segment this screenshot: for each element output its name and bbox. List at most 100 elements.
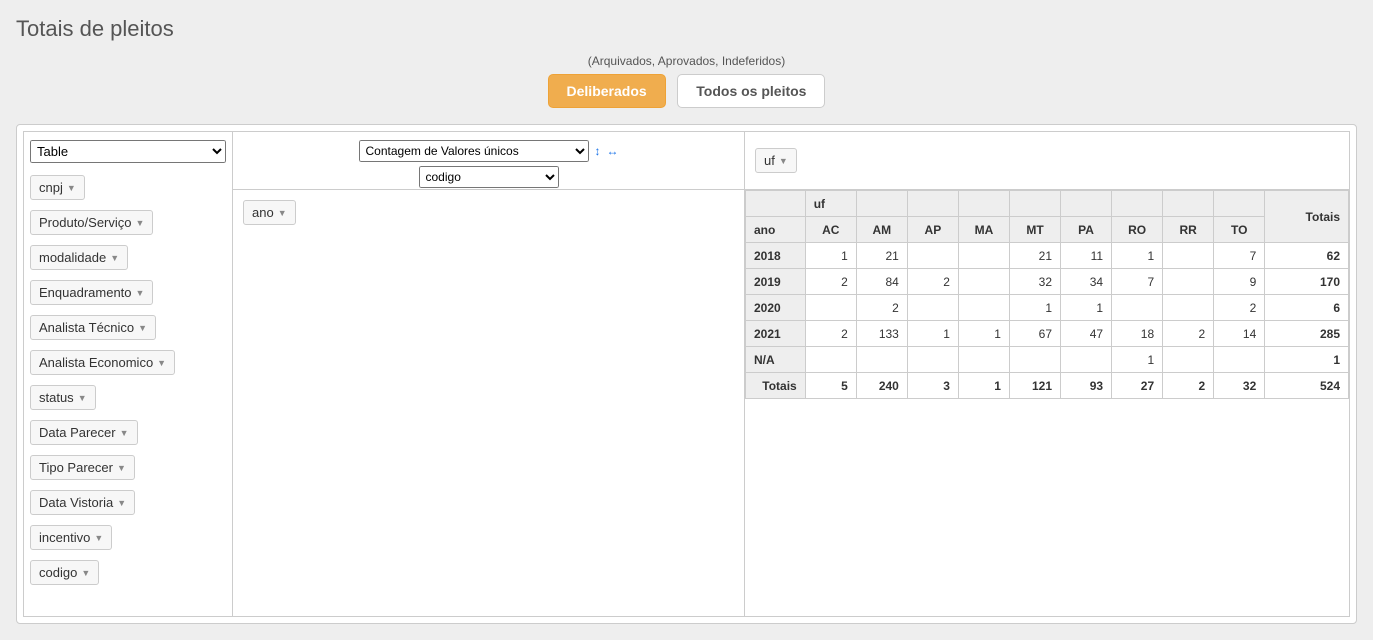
field-label: Data Parecer bbox=[39, 425, 116, 440]
pivot-cell: 1 bbox=[907, 321, 958, 347]
deliberados-button[interactable]: Deliberados bbox=[548, 74, 666, 108]
pivot-left-column: Table cnpj▼Produto/Serviço▼modalidade▼En… bbox=[23, 131, 233, 617]
col-total-cell: 93 bbox=[1061, 373, 1112, 399]
pivot-cell: 14 bbox=[1214, 321, 1265, 347]
field-label: Analista Economico bbox=[39, 355, 153, 370]
field-data-parecer[interactable]: Data Parecer ▼ bbox=[30, 420, 138, 445]
pivot-cell: 2 bbox=[856, 295, 907, 321]
pivot-cell: 11 bbox=[1061, 243, 1112, 269]
pivot-cell: 2 bbox=[805, 321, 856, 347]
field-filter-icon[interactable]: ▼ bbox=[157, 358, 166, 368]
col-axis-label: uf bbox=[805, 191, 856, 217]
pivot-middle-column: Contagem de Valores únicos ↕ ↔ codigo an… bbox=[233, 131, 745, 617]
field-produto-servi-o[interactable]: Produto/Serviço ▼ bbox=[30, 210, 153, 235]
col-total-cell: 240 bbox=[856, 373, 907, 399]
pivot-cell bbox=[907, 243, 958, 269]
field-label: status bbox=[39, 390, 74, 405]
field-ano[interactable]: ano▼ bbox=[243, 200, 296, 225]
row-total: 285 bbox=[1265, 321, 1349, 347]
sort-cols-icon[interactable]: ↔ bbox=[607, 144, 619, 158]
subtitle: (Arquivados, Aprovados, Indeferidos) bbox=[16, 54, 1357, 68]
row-totals-header: Totais bbox=[1265, 191, 1349, 243]
row-header-N/A: N/A bbox=[746, 347, 806, 373]
pivot-cell: 18 bbox=[1112, 321, 1163, 347]
pivot-cell bbox=[1214, 347, 1265, 373]
filter-toggle-group: Deliberados Todos os pleitos bbox=[16, 74, 1357, 108]
field-codigo[interactable]: codigo▼ bbox=[30, 560, 99, 585]
sort-rows-icon[interactable]: ↕ bbox=[595, 144, 601, 158]
row-total: 1 bbox=[1265, 347, 1349, 373]
pivot-panel: Table cnpj▼Produto/Serviço▼modalidade▼En… bbox=[16, 124, 1357, 624]
pivot-cell bbox=[805, 347, 856, 373]
col-fields-zone[interactable]: uf▼ bbox=[745, 132, 1349, 190]
field-filter-icon[interactable]: ▼ bbox=[120, 428, 129, 438]
pivot-cell bbox=[1112, 295, 1163, 321]
pivot-cell: 9 bbox=[1214, 269, 1265, 295]
pivot-cell: 133 bbox=[856, 321, 907, 347]
field-filter-icon[interactable]: ▼ bbox=[81, 568, 90, 578]
pivot-cell: 21 bbox=[856, 243, 907, 269]
field-modalidade[interactable]: modalidade▼ bbox=[30, 245, 128, 270]
unused-fields-zone[interactable]: cnpj▼Produto/Serviço▼modalidade▼Enquadra… bbox=[30, 175, 226, 585]
pivot-cell: 47 bbox=[1061, 321, 1112, 347]
field-label: Analista Técnico bbox=[39, 320, 134, 335]
field-tipo-parecer[interactable]: Tipo Parecer ▼ bbox=[30, 455, 135, 480]
page-title: Totais de pleitos bbox=[16, 16, 1357, 42]
pivot-cell bbox=[958, 269, 1009, 295]
pivot-cell: 2 bbox=[1163, 321, 1214, 347]
field-filter-icon[interactable]: ▼ bbox=[110, 253, 119, 263]
field-label: Produto/Serviço bbox=[39, 215, 132, 230]
col-header-RO: RO bbox=[1112, 217, 1163, 243]
field-enquadramento[interactable]: Enquadramento▼ bbox=[30, 280, 153, 305]
row-total: 6 bbox=[1265, 295, 1349, 321]
field-filter-icon[interactable]: ▼ bbox=[117, 463, 126, 473]
field-cnpj[interactable]: cnpj ▼ bbox=[30, 175, 85, 200]
field-analista-economico[interactable]: Analista Economico ▼ bbox=[30, 350, 175, 375]
field-filter-icon[interactable]: ▼ bbox=[94, 533, 103, 543]
pivot-cell bbox=[856, 347, 907, 373]
col-header-MT: MT bbox=[1009, 217, 1060, 243]
pivot-cell bbox=[958, 347, 1009, 373]
col-header-AP: AP bbox=[907, 217, 958, 243]
pivot-cell bbox=[1163, 269, 1214, 295]
pivot-cell: 34 bbox=[1061, 269, 1112, 295]
col-header-TO: TO bbox=[1214, 217, 1265, 243]
field-uf[interactable]: uf▼ bbox=[755, 148, 797, 173]
row-header-2021: 2021 bbox=[746, 321, 806, 347]
aggregator-select[interactable]: Contagem de Valores únicos bbox=[359, 140, 589, 162]
field-filter-icon[interactable]: ▼ bbox=[117, 498, 126, 508]
pivot-blank-corner bbox=[746, 191, 806, 217]
col-total-cell: 2 bbox=[1163, 373, 1214, 399]
pivot-cell bbox=[907, 295, 958, 321]
field-filter-icon[interactable]: ▼ bbox=[67, 183, 76, 193]
field-filter-icon[interactable]: ▼ bbox=[78, 393, 87, 403]
pivot-cell: 1 bbox=[1112, 243, 1163, 269]
pivot-cell bbox=[1163, 243, 1214, 269]
field-filter-icon[interactable]: ▼ bbox=[138, 323, 147, 333]
pivot-cell bbox=[958, 243, 1009, 269]
pivot-right-column: uf▼ ufTotaisanoACAMAPMAMTPARORRTO2018121… bbox=[745, 131, 1350, 617]
field-status[interactable]: status ▼ bbox=[30, 385, 96, 410]
field-filter-icon[interactable]: ▼ bbox=[779, 156, 788, 166]
field-label: Tipo Parecer bbox=[39, 460, 113, 475]
pivot-cell bbox=[958, 295, 1009, 321]
field-filter-icon[interactable]: ▼ bbox=[136, 288, 145, 298]
row-total: 62 bbox=[1265, 243, 1349, 269]
pivot-cell: 84 bbox=[856, 269, 907, 295]
field-label: Data Vistoria bbox=[39, 495, 113, 510]
pivot-cell bbox=[1061, 347, 1112, 373]
pivot-cell bbox=[1163, 295, 1214, 321]
field-filter-icon[interactable]: ▼ bbox=[136, 218, 145, 228]
todos-pleitos-button[interactable]: Todos os pleitos bbox=[677, 74, 825, 108]
field-incentivo[interactable]: incentivo▼ bbox=[30, 525, 112, 550]
field-filter-icon[interactable]: ▼ bbox=[278, 208, 287, 218]
field-label: cnpj bbox=[39, 180, 63, 195]
aggregator-value-select[interactable]: codigo bbox=[419, 166, 559, 188]
row-fields-zone[interactable]: ano▼ bbox=[233, 190, 744, 616]
pivot-table: ufTotaisanoACAMAPMAMTPARORRTO20181212111… bbox=[745, 190, 1349, 399]
renderer-select[interactable]: Table bbox=[30, 140, 226, 163]
field-data-vistoria[interactable]: Data Vistoria ▼ bbox=[30, 490, 135, 515]
pivot-table-container: ufTotaisanoACAMAPMAMTPARORRTO20181212111… bbox=[745, 190, 1349, 616]
row-total: 170 bbox=[1265, 269, 1349, 295]
field-analista-t-cnico[interactable]: Analista Técnico ▼ bbox=[30, 315, 156, 340]
